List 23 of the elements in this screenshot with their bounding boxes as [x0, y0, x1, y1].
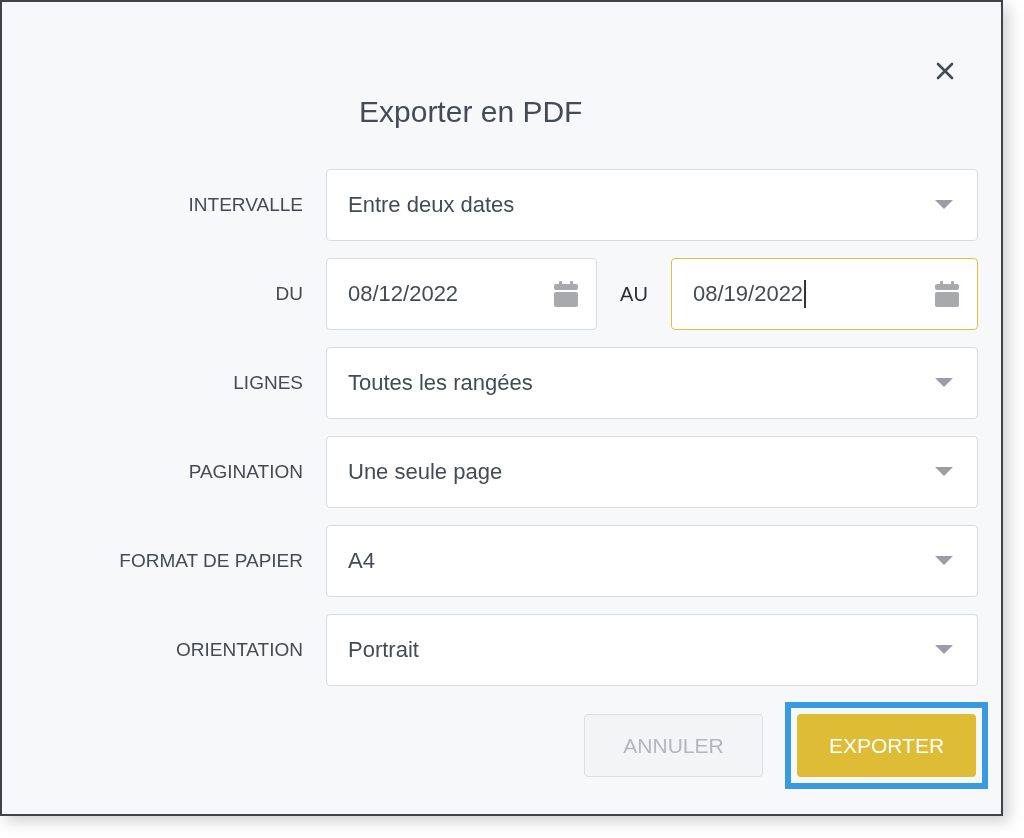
- dropdown-field[interactable]: Toutes les rangées: [326, 347, 978, 419]
- calendar-icon[interactable]: [554, 281, 578, 307]
- field-label: LIGNES: [232, 372, 304, 394]
- caret-icon: [935, 200, 953, 210]
- field-label: FORMAT DE PAPIER: [118, 550, 304, 572]
- caret-icon: [935, 378, 953, 388]
- dialog-title: Exporter en PDF: [358, 95, 584, 130]
- dropdown-field[interactable]: Une seule page: [326, 436, 978, 508]
- date-separator-label: AU: [619, 282, 649, 306]
- date-field[interactable]: 08/12/2022: [326, 258, 597, 330]
- close-icon[interactable]: [935, 61, 955, 81]
- caret-icon: [935, 556, 953, 566]
- caret-icon: [935, 467, 953, 477]
- field-label: INTERVALLE: [187, 194, 304, 216]
- field-label: DU: [274, 283, 304, 305]
- date-field[interactable]: 08/19/2022: [671, 258, 978, 330]
- calendar-icon[interactable]: [935, 281, 959, 307]
- field-label: ORIENTATION: [174, 639, 304, 661]
- field-label: PAGINATION: [187, 461, 304, 483]
- dropdown-field[interactable]: Entre deux dates: [326, 169, 978, 241]
- dropdown-field[interactable]: A4: [326, 525, 978, 597]
- dropdown-field[interactable]: Portrait: [326, 614, 978, 686]
- caret-icon: [935, 645, 953, 655]
